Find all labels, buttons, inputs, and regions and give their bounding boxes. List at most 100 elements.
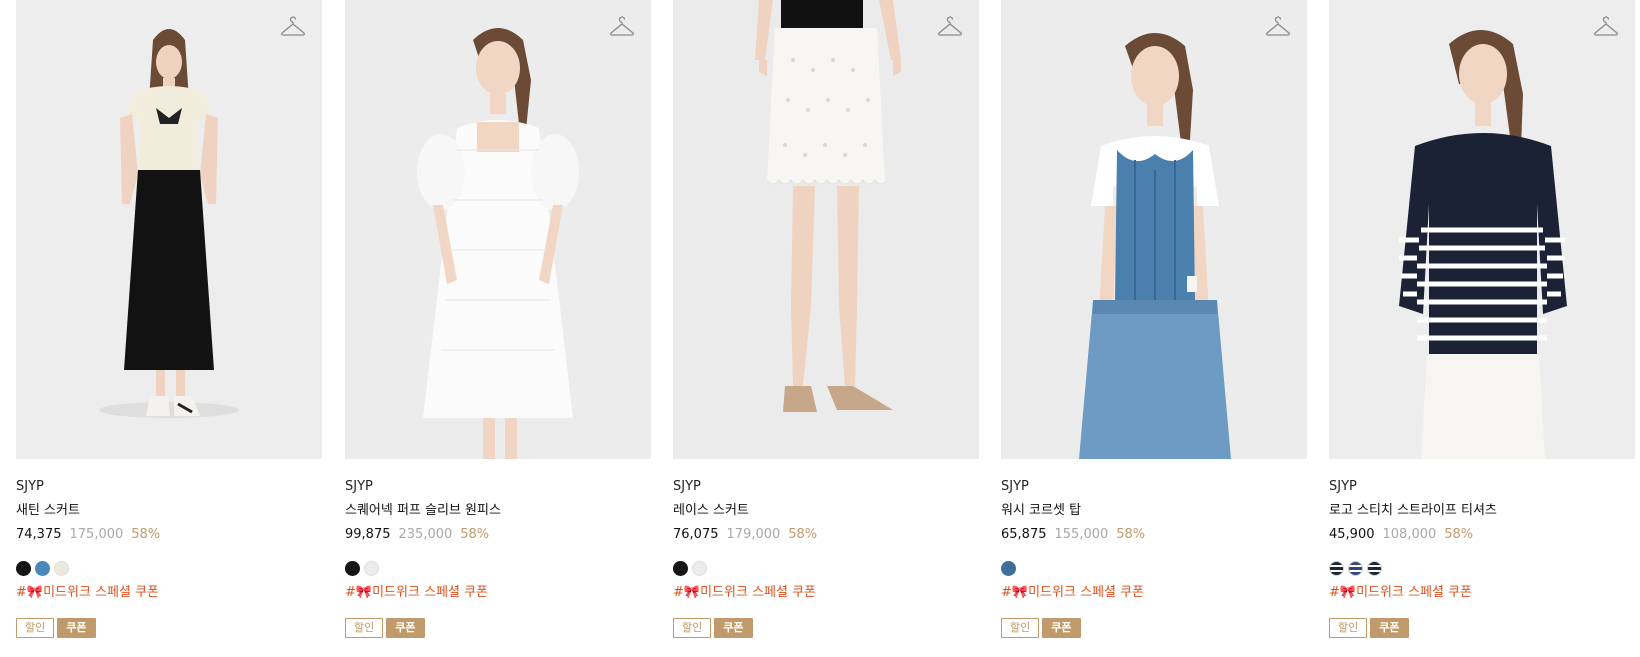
- badge-row: 할인 쿠폰: [345, 618, 651, 638]
- color-swatches: [345, 561, 651, 576]
- color-swatch-white[interactable]: [692, 561, 707, 576]
- product-card[interactable]: SJYP 로고 스티치 스트라이프 티셔츠 45,900 108,000 58% #…: [1329, 0, 1635, 638]
- discount-rate: 58%: [131, 527, 161, 542]
- coupon-hashtag-label: 미드위크 스페셜 쿠폰: [1028, 585, 1144, 600]
- discount-rate: 58%: [1116, 527, 1146, 542]
- hashtag-symbol: #: [345, 585, 356, 600]
- color-swatch-black[interactable]: [673, 561, 688, 576]
- price-row: 45,900 108,000 58%: [1329, 527, 1635, 543]
- product-image[interactable]: [1329, 0, 1635, 459]
- ribbon-icon: 🎀: [355, 585, 373, 600]
- price-row: 65,875 155,000 58%: [1001, 527, 1307, 543]
- sale-price: 74,375: [16, 527, 62, 542]
- coupon-hashtag[interactable]: #🎀미드위크 스페셜 쿠폰: [16, 585, 322, 601]
- product-image[interactable]: [16, 0, 322, 459]
- sale-badge: 할인: [345, 618, 384, 638]
- product-image[interactable]: [673, 0, 979, 459]
- product-card[interactable]: SJYP 레이스 스커트 76,075 179,000 58% #🎀미드위크 스페셜…: [673, 0, 979, 638]
- color-swatches: [673, 561, 979, 576]
- color-swatches: [16, 561, 322, 576]
- coupon-badge: 쿠폰: [386, 618, 425, 638]
- ribbon-icon: 🎀: [1011, 585, 1029, 600]
- coupon-badge: 쿠폰: [57, 618, 96, 638]
- coupon-hashtag-label: 미드위크 스페셜 쿠폰: [372, 585, 488, 600]
- product-photo-model: [345, 0, 651, 459]
- price-row: 74,375 175,000 58%: [16, 527, 322, 543]
- product-image[interactable]: [345, 0, 651, 459]
- hanger-icon[interactable]: [280, 16, 306, 38]
- product-brand[interactable]: SJYP: [1329, 479, 1635, 495]
- product-name[interactable]: 스퀘어넥 퍼프 슬리브 원피스: [345, 503, 651, 519]
- badge-row: 할인 쿠폰: [1001, 618, 1307, 638]
- badge-row: 할인 쿠폰: [16, 618, 322, 638]
- sale-badge: 할인: [673, 618, 712, 638]
- product-name[interactable]: 새틴 스커트: [16, 503, 322, 519]
- product-photo-model: [673, 0, 979, 459]
- sale-price: 76,075: [673, 527, 719, 542]
- product-brand[interactable]: SJYP: [673, 479, 979, 495]
- hanger-icon[interactable]: [1265, 16, 1291, 38]
- original-price: 155,000: [1054, 527, 1109, 542]
- original-price: 175,000: [69, 527, 124, 542]
- coupon-hashtag[interactable]: #🎀미드위크 스페셜 쿠폰: [1329, 585, 1635, 601]
- badge-row: 할인 쿠폰: [673, 618, 979, 638]
- sale-price: 45,900: [1329, 527, 1375, 542]
- price-row: 76,075 179,000 58%: [673, 527, 979, 543]
- product-card[interactable]: SJYP 스퀘어넥 퍼프 슬리브 원피스 99,875 235,000 58% #🎀…: [345, 0, 651, 638]
- color-swatch-black-stripe[interactable]: [1367, 561, 1382, 576]
- product-name[interactable]: 워시 코르셋 탑: [1001, 503, 1307, 519]
- product-brand[interactable]: SJYP: [16, 479, 322, 495]
- color-swatch-black[interactable]: [345, 561, 360, 576]
- original-price: 235,000: [398, 527, 453, 542]
- product-photo-model: [1329, 0, 1635, 459]
- ribbon-icon: 🎀: [683, 585, 701, 600]
- product-grid: SJYP 새틴 스커트 74,375 175,000 58% #🎀미드위크 스페셜 …: [0, 0, 1640, 657]
- coupon-hashtag[interactable]: #🎀미드위크 스페셜 쿠폰: [673, 585, 979, 601]
- product-photo-model: [1001, 0, 1307, 459]
- product-card[interactable]: SJYP 새틴 스커트 74,375 175,000 58% #🎀미드위크 스페셜 …: [16, 0, 322, 638]
- color-swatch-blue[interactable]: [35, 561, 50, 576]
- hashtag-symbol: #: [1329, 585, 1340, 600]
- coupon-hashtag-label: 미드위크 스페셜 쿠폰: [43, 585, 159, 600]
- color-swatch-blue-stripe[interactable]: [1348, 561, 1363, 576]
- sale-price: 99,875: [345, 527, 391, 542]
- coupon-badge: 쿠폰: [1042, 618, 1081, 638]
- sale-badge: 할인: [1001, 618, 1040, 638]
- coupon-hashtag[interactable]: #🎀미드위크 스페셜 쿠폰: [345, 585, 651, 601]
- ribbon-icon: 🎀: [1339, 585, 1357, 600]
- sale-badge: 할인: [1329, 618, 1368, 638]
- color-swatch-black[interactable]: [16, 561, 31, 576]
- coupon-hashtag-label: 미드위크 스페셜 쿠폰: [1356, 585, 1472, 600]
- color-swatch-navy-stripe[interactable]: [1329, 561, 1344, 576]
- color-swatches: [1329, 561, 1635, 576]
- product-brand[interactable]: SJYP: [1001, 479, 1307, 495]
- ribbon-icon: 🎀: [26, 585, 44, 600]
- price-row: 99,875 235,000 58%: [345, 527, 651, 543]
- hanger-icon[interactable]: [609, 16, 635, 38]
- color-swatches: [1001, 561, 1307, 576]
- product-photo-model: [16, 0, 322, 459]
- product-card[interactable]: SJYP 워시 코르셋 탑 65,875 155,000 58% #🎀미드위크 스페…: [1001, 0, 1307, 638]
- color-swatch-white[interactable]: [364, 561, 379, 576]
- product-name[interactable]: 레이스 스커트: [673, 503, 979, 519]
- color-swatch-ivory[interactable]: [54, 561, 69, 576]
- hashtag-symbol: #: [673, 585, 684, 600]
- discount-rate: 58%: [1444, 527, 1474, 542]
- hanger-icon[interactable]: [1593, 16, 1619, 38]
- badge-row: 할인 쿠폰: [1329, 618, 1635, 638]
- sale-price: 65,875: [1001, 527, 1047, 542]
- original-price: 108,000: [1382, 527, 1437, 542]
- coupon-badge: 쿠폰: [1370, 618, 1409, 638]
- hanger-icon[interactable]: [937, 16, 963, 38]
- hashtag-symbol: #: [1001, 585, 1012, 600]
- discount-rate: 58%: [460, 527, 490, 542]
- product-image[interactable]: [1001, 0, 1307, 459]
- original-price: 179,000: [726, 527, 781, 542]
- coupon-hashtag-label: 미드위크 스페셜 쿠폰: [700, 585, 816, 600]
- coupon-hashtag[interactable]: #🎀미드위크 스페셜 쿠폰: [1001, 585, 1307, 601]
- product-brand[interactable]: SJYP: [345, 479, 651, 495]
- coupon-badge: 쿠폰: [714, 618, 753, 638]
- product-name[interactable]: 로고 스티치 스트라이프 티셔츠: [1329, 503, 1635, 519]
- color-swatch-denim[interactable]: [1001, 561, 1016, 576]
- hashtag-symbol: #: [16, 585, 27, 600]
